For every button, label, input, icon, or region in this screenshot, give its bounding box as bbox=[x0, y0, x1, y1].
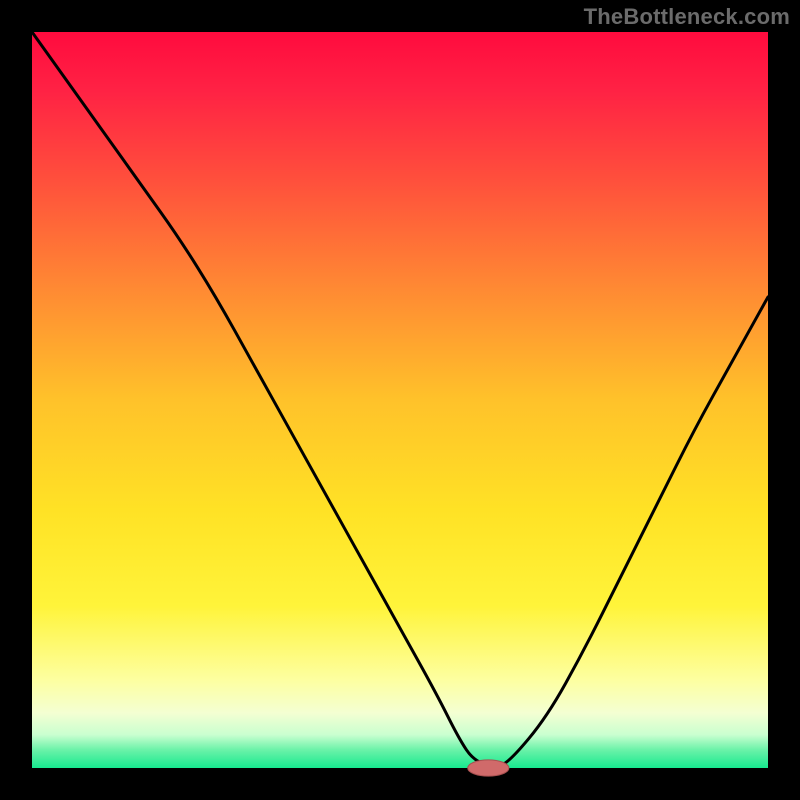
plot-background bbox=[32, 32, 768, 768]
bottleneck-plot bbox=[0, 0, 800, 800]
optimal-marker bbox=[468, 760, 509, 776]
chart-frame: TheBottleneck.com bbox=[0, 0, 800, 800]
watermark-label: TheBottleneck.com bbox=[584, 4, 790, 30]
